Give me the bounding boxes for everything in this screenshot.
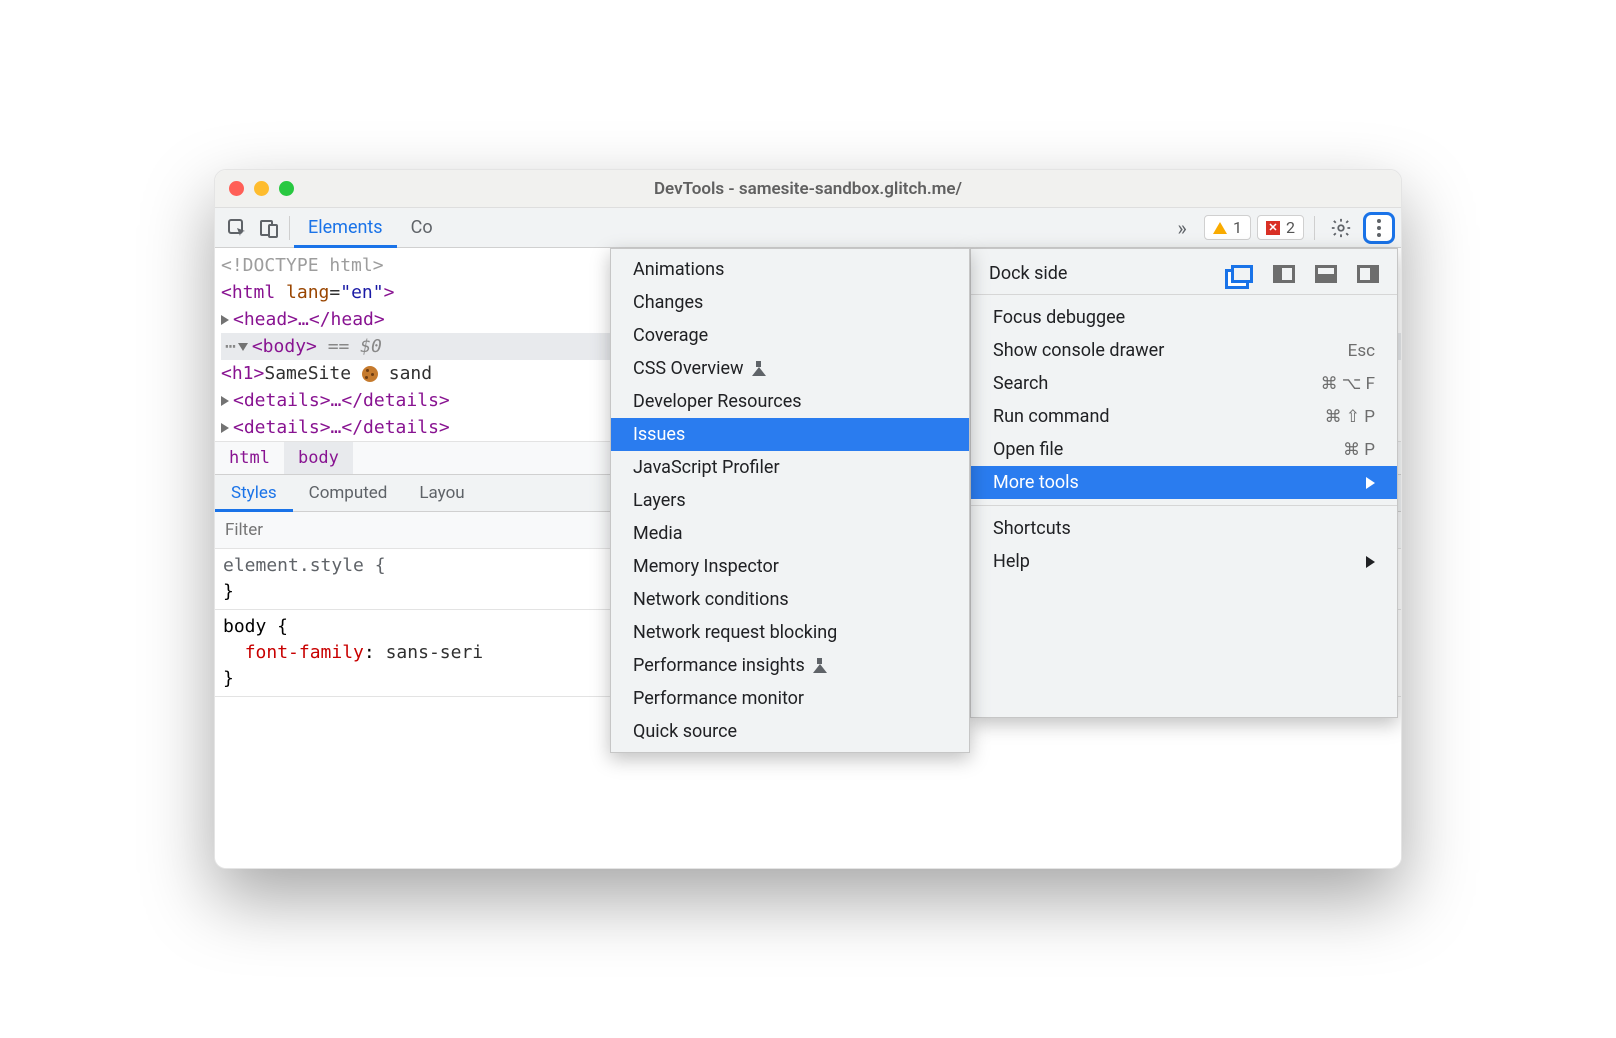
cookie-icon: [362, 366, 378, 382]
html-open: <html: [221, 279, 286, 306]
collapse-icon[interactable]: [238, 343, 248, 351]
dock-bottom-icon[interactable]: [1315, 265, 1337, 283]
warning-icon: [1213, 222, 1227, 234]
submenu-performance-insights[interactable]: Performance insights: [611, 649, 969, 682]
flask-icon: [813, 658, 826, 673]
submenu-arrow-icon: [1366, 556, 1375, 568]
css-prop[interactable]: font-family: [245, 642, 364, 663]
separator: [289, 216, 290, 240]
breadcrumb-html[interactable]: html: [215, 442, 284, 474]
breadcrumb-body[interactable]: body: [284, 442, 353, 474]
warnings-chip[interactable]: 1: [1204, 215, 1251, 240]
submenu-quick-source[interactable]: Quick source: [611, 715, 969, 748]
submenu-developer-resources[interactable]: Developer Resources: [611, 385, 969, 418]
devtools-window: DevTools - samesite-sandbox.glitch.me/ E…: [214, 169, 1402, 869]
menu-shortcuts[interactable]: Shortcuts: [971, 512, 1397, 545]
tab-console-truncated[interactable]: Co: [397, 208, 447, 247]
dock-right-icon[interactable]: [1357, 265, 1379, 283]
warnings-count: 1: [1233, 218, 1242, 237]
menu-search[interactable]: Search⌘ ⌥ F: [971, 367, 1397, 400]
dock-undock-icon[interactable]: [1231, 265, 1253, 283]
css-value[interactable]: sans-seri: [386, 642, 484, 663]
submenu-javascript-profiler[interactable]: JavaScript Profiler: [611, 451, 969, 484]
device-toggle-icon[interactable]: [253, 212, 285, 244]
expand-icon[interactable]: [221, 396, 229, 406]
main-menu: Dock side Focus debuggee Show console dr…: [970, 248, 1398, 718]
dock-side-label: Dock side: [989, 263, 1067, 284]
submenu-coverage[interactable]: Coverage: [611, 319, 969, 352]
tab-elements[interactable]: Elements: [294, 208, 397, 247]
maximize-window-button[interactable]: [279, 181, 294, 196]
subtab-styles[interactable]: Styles: [215, 475, 293, 511]
menu-open-file[interactable]: Open file⌘ P: [971, 433, 1397, 466]
menu-help[interactable]: Help: [971, 545, 1397, 578]
window-title: DevTools - samesite-sandbox.glitch.me/: [215, 179, 1401, 199]
inspect-element-icon[interactable]: [221, 212, 253, 244]
menu-more-tools[interactable]: More tools: [971, 466, 1397, 499]
submenu-network-request-blocking[interactable]: Network request blocking: [611, 616, 969, 649]
submenu-css-overview[interactable]: CSS Overview: [611, 352, 969, 385]
separator: [1314, 216, 1315, 240]
minimize-window-button[interactable]: [254, 181, 269, 196]
submenu-changes[interactable]: Changes: [611, 286, 969, 319]
expand-icon[interactable]: [221, 423, 229, 433]
close-window-button[interactable]: [229, 181, 244, 196]
toolbar-right: » 1 ✕ 2: [1166, 212, 1395, 244]
errors-count: 2: [1286, 218, 1295, 237]
html-lang-val: "en": [340, 279, 383, 306]
menu-run-command[interactable]: Run command⌘ ⇧ P: [971, 400, 1397, 433]
menu-show-console-drawer[interactable]: Show console drawerEsc: [971, 334, 1397, 367]
traffic-lights: [215, 181, 294, 196]
submenu-performance-monitor[interactable]: Performance monitor: [611, 682, 969, 715]
panel-tabs: Elements Co: [294, 208, 447, 247]
expand-icon[interactable]: [221, 315, 229, 325]
dock-left-icon[interactable]: [1273, 265, 1295, 283]
titlebar: DevTools - samesite-sandbox.glitch.me/: [215, 170, 1401, 208]
doctype-node: <!DOCTYPE html>: [221, 252, 384, 279]
submenu-arrow-icon: [1366, 477, 1375, 489]
flask-icon: [752, 361, 765, 376]
submenu-media[interactable]: Media: [611, 517, 969, 550]
submenu-memory-inspector[interactable]: Memory Inspector: [611, 550, 969, 583]
error-icon: ✕: [1266, 221, 1280, 235]
html-lang-attr: lang: [286, 279, 329, 306]
main-toolbar: Elements Co » 1 ✕ 2: [215, 208, 1401, 248]
settings-icon[interactable]: [1325, 212, 1357, 244]
menu-focus-debuggee[interactable]: Focus debuggee: [971, 301, 1397, 334]
main-menu-button[interactable]: [1363, 212, 1395, 244]
kebab-icon: [1377, 226, 1381, 230]
more-tabs-icon[interactable]: »: [1166, 212, 1198, 244]
submenu-animations[interactable]: Animations: [611, 253, 969, 286]
more-tools-submenu: Animations Changes Coverage CSS Overview…: [610, 248, 970, 753]
errors-chip[interactable]: ✕ 2: [1257, 215, 1304, 240]
subtab-computed[interactable]: Computed: [293, 475, 404, 511]
dock-side-row: Dock side: [971, 255, 1397, 295]
submenu-issues[interactable]: Issues: [611, 418, 969, 451]
submenu-network-conditions[interactable]: Network conditions: [611, 583, 969, 616]
submenu-layers[interactable]: Layers: [611, 484, 969, 517]
subtab-layout-truncated[interactable]: Layou: [403, 475, 480, 511]
